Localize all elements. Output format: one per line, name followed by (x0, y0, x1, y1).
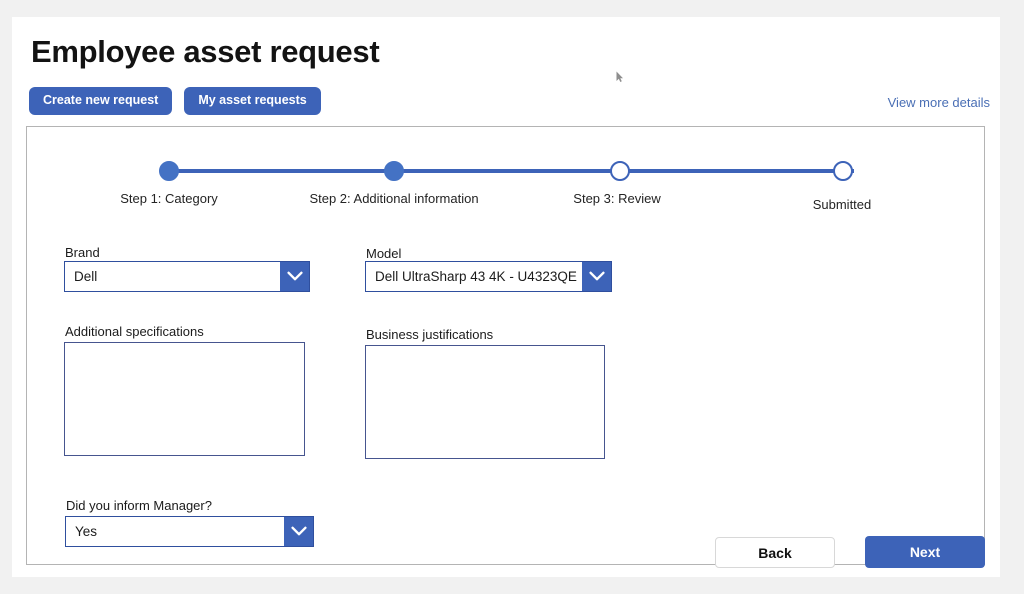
step-connector-3 (629, 169, 854, 173)
step-label-4: Submitted (813, 197, 872, 212)
model-label: Model (366, 246, 401, 261)
chevron-down-icon (284, 517, 313, 546)
additional-specifications-label: Additional specifications (65, 324, 204, 339)
step-label-3: Step 3: Review (573, 191, 660, 206)
step-node-4[interactable] (833, 161, 853, 181)
mouse-cursor (616, 70, 624, 82)
inform-manager-label: Did you inform Manager? (66, 498, 212, 513)
my-asset-requests-button[interactable]: My asset requests (184, 87, 320, 115)
page-title: Employee asset request (31, 34, 379, 70)
brand-label: Brand (65, 245, 100, 260)
inform-manager-select[interactable]: Yes (65, 516, 314, 547)
next-button[interactable]: Next (865, 536, 985, 568)
create-new-request-button[interactable]: Create new request (29, 87, 172, 115)
chevron-down-icon (582, 262, 611, 291)
business-justifications-label: Business justifications (366, 327, 493, 342)
back-button[interactable]: Back (715, 537, 835, 568)
step-connector-2 (404, 169, 630, 173)
step-node-1[interactable] (159, 161, 179, 181)
chevron-down-icon (280, 262, 309, 291)
request-form-panel: Step 1: Category Step 2: Additional info… (26, 126, 985, 565)
model-select[interactable]: Dell UltraSharp 43 4K - U4323QE (365, 261, 612, 292)
toolbar: Create new request My asset requests (29, 87, 321, 115)
business-justifications-input[interactable] (365, 345, 605, 459)
page-canvas: Employee asset request Create new reques… (12, 17, 1000, 577)
step-node-3[interactable] (610, 161, 630, 181)
additional-specifications-input[interactable] (64, 342, 305, 456)
step-node-2[interactable] (384, 161, 404, 181)
brand-select[interactable]: Dell (64, 261, 310, 292)
step-label-2: Step 2: Additional information (309, 191, 478, 206)
brand-select-value: Dell (65, 262, 280, 291)
model-select-value: Dell UltraSharp 43 4K - U4323QE (366, 262, 582, 291)
step-label-1: Step 1: Category (120, 191, 218, 206)
progress-stepper: Step 1: Category Step 2: Additional info… (27, 127, 984, 227)
inform-manager-select-value: Yes (66, 517, 284, 546)
view-more-details-link[interactable]: View more details (888, 95, 990, 110)
step-connector-1 (178, 169, 405, 173)
